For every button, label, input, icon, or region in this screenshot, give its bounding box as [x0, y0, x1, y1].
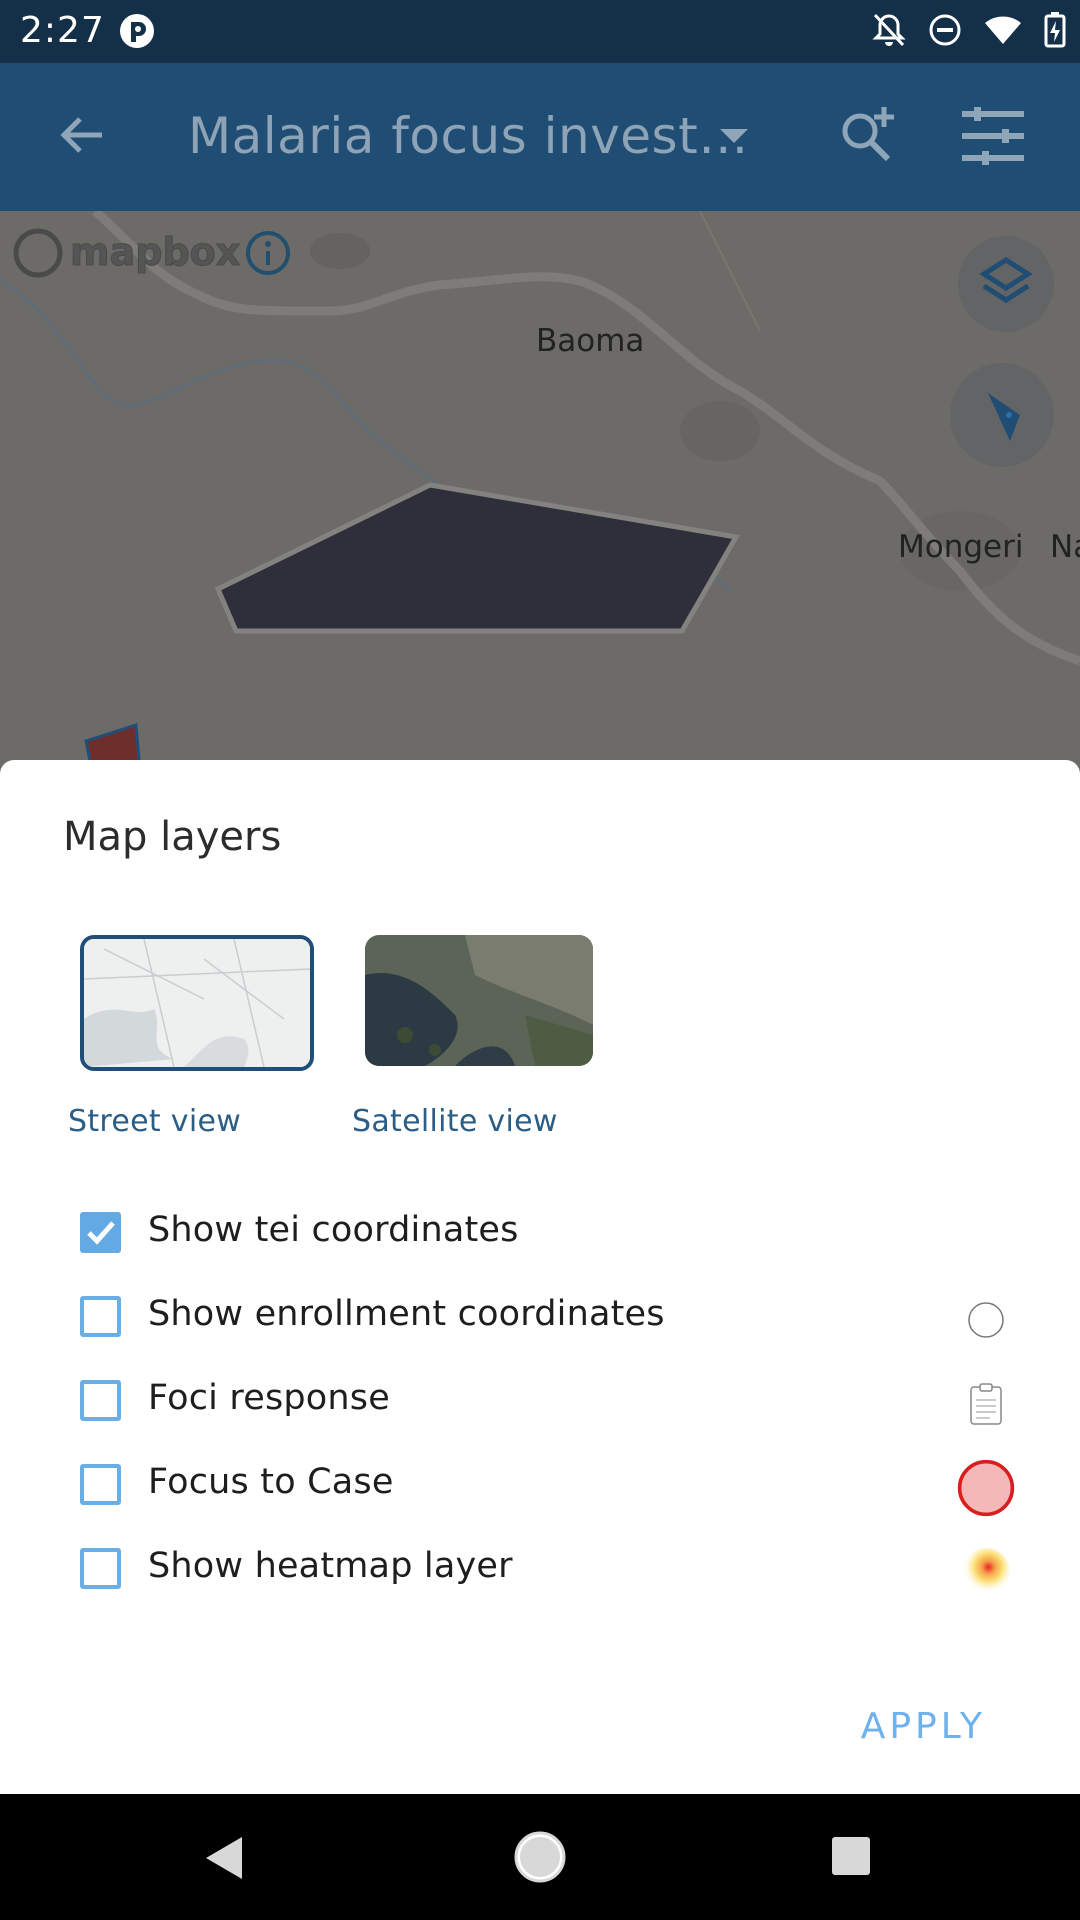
- home-circle-icon[interactable]: [514, 1831, 566, 1887]
- arrow-back-icon[interactable]: [58, 111, 106, 163]
- layers-icon: [979, 257, 1033, 303]
- layer-label: Show tei coordinates: [148, 1210, 519, 1250]
- layer-label: Foci response: [148, 1378, 390, 1418]
- back-triangle-icon[interactable]: [204, 1835, 244, 1885]
- search-add-icon[interactable]: [836, 103, 902, 173]
- layer-label: Show heatmap layer: [148, 1546, 513, 1586]
- map-layers-sheet: Map layers Street view Satellite view Sh…: [0, 760, 1080, 1794]
- map-label-mongeri: Mongeri: [898, 529, 1024, 565]
- system-nav-bar: [0, 1794, 1080, 1920]
- layer-row-enrollment-coordinates[interactable]: Show enrollment coordinates: [80, 1290, 1020, 1350]
- focus-to-case-checkbox[interactable]: [80, 1464, 121, 1505]
- foci-response-checkbox[interactable]: [80, 1380, 121, 1421]
- map-label-partial: Na: [1050, 529, 1080, 565]
- tei-coordinates-checkbox[interactable]: [80, 1212, 121, 1253]
- layer-row-foci-response[interactable]: Foci response: [80, 1374, 1020, 1434]
- dropdown-arrow-icon[interactable]: [720, 129, 748, 149]
- heatmap-checkbox[interactable]: [80, 1548, 121, 1589]
- clipboard-icon: [956, 1374, 1016, 1434]
- layer-row-focus-to-case[interactable]: Focus to Case: [80, 1458, 1020, 1518]
- map-canvas: [0, 211, 1080, 771]
- svg-text:mapbox: mapbox: [70, 230, 240, 274]
- navigation-arrow-icon: [988, 393, 1020, 441]
- layers-button[interactable]: [958, 236, 1054, 332]
- street-view-label[interactable]: Street view: [68, 1104, 241, 1139]
- recents-square-icon[interactable]: [831, 1836, 871, 1880]
- check-icon: [87, 1221, 115, 1245]
- mapbox-logo: mapbox: [12, 223, 292, 287]
- layer-label: Show enrollment coordinates: [148, 1294, 665, 1334]
- filter-icon[interactable]: [960, 107, 1026, 171]
- map-label-baoma: Baoma: [536, 323, 645, 359]
- program-title[interactable]: Malaria focus invest…: [188, 107, 749, 165]
- map-view[interactable]: mapbox Baoma Mongeri Na: [0, 211, 1080, 771]
- do-not-disturb-icon: [928, 13, 962, 51]
- heatmap-icon: [956, 1542, 1016, 1602]
- layer-row-heatmap[interactable]: Show heatmap layer: [80, 1542, 1020, 1602]
- status-bar: 2:27: [0, 0, 1080, 63]
- battery-charging-icon: [1044, 12, 1066, 52]
- layer-row-tei-coordinates[interactable]: Show tei coordinates: [80, 1206, 1020, 1266]
- app-notification-icon: [119, 13, 155, 53]
- satellite-view-thumbnail[interactable]: [365, 935, 593, 1066]
- layer-label: Focus to Case: [148, 1462, 394, 1502]
- street-view-thumbnail[interactable]: [80, 935, 314, 1071]
- notifications-off-icon: [872, 12, 906, 52]
- status-time: 2:27: [20, 10, 105, 51]
- satellite-view-label[interactable]: Satellite view: [352, 1104, 558, 1139]
- red-circle-icon: [956, 1458, 1016, 1518]
- sheet-title: Map layers: [63, 814, 282, 860]
- app-bar: Malaria focus invest…: [0, 63, 1080, 211]
- apply-button[interactable]: APPLY: [861, 1706, 986, 1747]
- enrollment-coordinates-checkbox[interactable]: [80, 1296, 121, 1337]
- location-button[interactable]: [950, 363, 1054, 467]
- wifi-icon: [984, 15, 1022, 49]
- empty-circle-icon: [956, 1290, 1016, 1350]
